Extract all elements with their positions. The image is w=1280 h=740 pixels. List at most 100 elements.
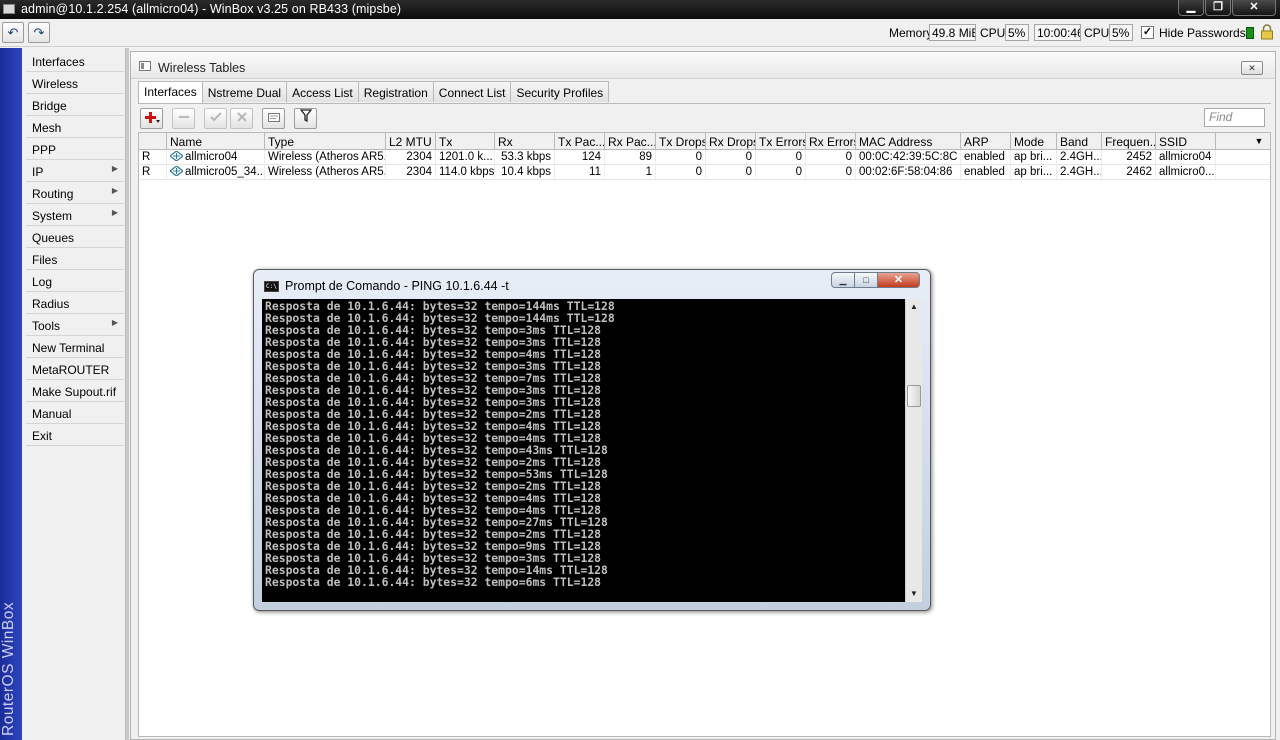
- main-toolbar: ↶ ↷ Memory: 49.8 MiB CPU: 5% 10:00:46 CP…: [0, 19, 1280, 47]
- scroll-down-icon[interactable]: ▼: [906, 586, 922, 602]
- sidebar-item-label: Manual: [32, 407, 72, 421]
- sidebar-item-manual[interactable]: Manual: [26, 403, 124, 424]
- sidebar-item-metarouter[interactable]: MetaROUTER: [26, 359, 124, 380]
- column-header-tx-drops[interactable]: Tx Drops: [656, 133, 706, 150]
- column-header-mode[interactable]: Mode: [1011, 133, 1057, 150]
- row-band: 2.4GH...: [1057, 150, 1102, 165]
- table-row[interactable]: R allmicro05_34... Wireless (Atheros AR5…: [139, 165, 1270, 180]
- sidebar-item-label: New Terminal: [32, 341, 105, 355]
- splitter[interactable]: [126, 48, 129, 740]
- sidebar-item-bridge[interactable]: Bridge: [26, 95, 124, 116]
- sidebar-item-system[interactable]: System ▶: [26, 205, 124, 226]
- column-header-arp[interactable]: ARP: [961, 133, 1011, 150]
- tab-nstreme-dual[interactable]: Nstreme Dual: [202, 81, 288, 102]
- sidebar-item-queues[interactable]: Queues: [26, 227, 124, 248]
- add-button[interactable]: [140, 108, 163, 129]
- sidebar-item-mesh[interactable]: Mesh: [26, 117, 124, 138]
- wireless-tables-close-button[interactable]: ✕: [1241, 61, 1263, 75]
- cmd-minimize-button[interactable]: ▁: [831, 272, 855, 288]
- sidebar-item-label: PPP: [32, 143, 57, 157]
- filter-icon: [299, 109, 312, 123]
- scroll-up-icon[interactable]: ▲: [906, 299, 922, 315]
- sidebar-item-log[interactable]: Log: [26, 271, 124, 292]
- sidebar-item-routing[interactable]: Routing ▶: [26, 183, 124, 204]
- column-header-type[interactable]: Type: [265, 133, 386, 150]
- wireless-tables-titlebar[interactable]: Wireless Tables ✕: [131, 52, 1275, 79]
- brand-text: RouterOS WinBox: [0, 601, 17, 736]
- cmd-close-button[interactable]: ✕: [877, 272, 920, 288]
- row-rx-drops: 0: [706, 150, 756, 165]
- sidebar-item-label: Bridge: [32, 99, 67, 113]
- sidebar-item-files[interactable]: Files: [26, 249, 124, 270]
- memory-value: 49.8 MiB: [929, 24, 976, 41]
- close-button[interactable]: ✕: [1232, 0, 1276, 16]
- disable-button[interactable]: [230, 108, 253, 129]
- sidebar-item-label: Routing: [32, 187, 74, 201]
- column-header-name[interactable]: Name: [167, 133, 265, 150]
- sidebar-item-label: Mesh: [32, 121, 62, 135]
- console-output[interactable]: Resposta de 10.1.6.44: bytes=32 tempo=14…: [262, 299, 922, 602]
- column-header-l2mtu[interactable]: L2 MTU: [386, 133, 436, 150]
- x-icon: [236, 112, 247, 122]
- sidebar-item-new-terminal[interactable]: New Terminal: [26, 337, 124, 358]
- column-header-tx-packets[interactable]: Tx Pac...: [555, 133, 605, 150]
- comment-button[interactable]: [262, 108, 285, 129]
- hide-passwords-checkbox[interactable]: ✓: [1141, 26, 1154, 39]
- row-frequency: 2462: [1102, 165, 1156, 180]
- column-header-rx-errors[interactable]: Rx Errors: [806, 133, 856, 150]
- maximize-button[interactable]: ❐: [1205, 0, 1231, 16]
- redo-button[interactable]: ↷: [28, 22, 50, 43]
- sidebar-item-label: Tools: [32, 319, 61, 333]
- undo-button[interactable]: ↶: [2, 22, 24, 43]
- tab-security-profiles[interactable]: Security Profiles: [511, 81, 610, 102]
- console-scrollbar[interactable]: ▲ ▼: [905, 299, 922, 602]
- comment-icon: [267, 113, 280, 122]
- sidebar-item-ppp[interactable]: PPP: [26, 139, 124, 160]
- row-tx-packets: 11: [555, 165, 605, 180]
- remove-button[interactable]: [172, 108, 195, 129]
- row-tx-errors: 0: [756, 150, 806, 165]
- column-header-ssid[interactable]: SSID: [1156, 133, 1216, 150]
- enable-button[interactable]: [204, 108, 227, 129]
- row-tx: 114.0 kbps: [436, 165, 495, 180]
- sidebar-item-interfaces[interactable]: Interfaces: [26, 51, 124, 72]
- wireless-interface-icon: [170, 166, 183, 176]
- scroll-thumb[interactable]: [907, 385, 921, 407]
- row-rx-drops: 0: [706, 165, 756, 180]
- sidebar-item-make-supout[interactable]: Make Supout.rif: [26, 381, 124, 402]
- tab-connect-list[interactable]: Connect List: [433, 81, 512, 102]
- sidebar-item-radius[interactable]: Radius: [26, 293, 124, 314]
- sidebar-item-exit[interactable]: Exit: [26, 425, 124, 446]
- sidebar-item-label: MetaROUTER: [32, 363, 110, 377]
- column-header-flag[interactable]: [139, 133, 167, 150]
- tab-access-list[interactable]: Access List: [287, 81, 359, 102]
- tab-registration[interactable]: Registration: [358, 81, 434, 102]
- column-header-frequency[interactable]: Frequen...: [1102, 133, 1156, 150]
- brand-strip: RouterOS WinBox: [0, 48, 22, 740]
- column-header-mac[interactable]: MAC Address: [856, 133, 961, 150]
- table-header: Name Type L2 MTU Tx Rx Tx Pac... Rx Pac.…: [139, 133, 1270, 150]
- command-prompt-window: C:\ Prompt de Comando - PING 10.1.6.44 -…: [253, 269, 931, 611]
- column-header-rx-drops[interactable]: Rx Drops: [706, 133, 756, 150]
- table-row[interactable]: R allmicro04 Wireless (Atheros AR5... 23…: [139, 150, 1270, 165]
- cmd-maximize-button[interactable]: □: [854, 272, 878, 288]
- sidebar-item-label: IP: [32, 165, 44, 179]
- sidebar-item-label: Radius: [32, 297, 70, 311]
- sidebar-item-label: System: [32, 209, 73, 223]
- column-header-tx-errors[interactable]: Tx Errors: [756, 133, 806, 150]
- column-header-rx[interactable]: Rx: [495, 133, 555, 150]
- filter-button[interactable]: [294, 108, 317, 129]
- sidebar-item-ip[interactable]: IP ▶: [26, 161, 124, 182]
- console-lines: Resposta de 10.1.6.44: bytes=32 tempo=14…: [265, 300, 905, 588]
- find-input[interactable]: Find: [1204, 108, 1265, 127]
- app-icon: [3, 4, 15, 14]
- column-header-rx-packets[interactable]: Rx Pac...: [605, 133, 656, 150]
- sidebar-item-wireless[interactable]: Wireless: [26, 73, 124, 94]
- column-header-band[interactable]: Band: [1057, 133, 1102, 150]
- column-header-tx[interactable]: Tx: [436, 133, 495, 150]
- column-chooser-dropdown-icon[interactable]: ▼: [1248, 133, 1270, 150]
- tab-interfaces[interactable]: Interfaces: [138, 81, 203, 103]
- minimize-button[interactable]: ▁: [1178, 0, 1204, 16]
- row-rx-errors: 0: [806, 150, 856, 165]
- sidebar-item-tools[interactable]: Tools ▶: [26, 315, 124, 336]
